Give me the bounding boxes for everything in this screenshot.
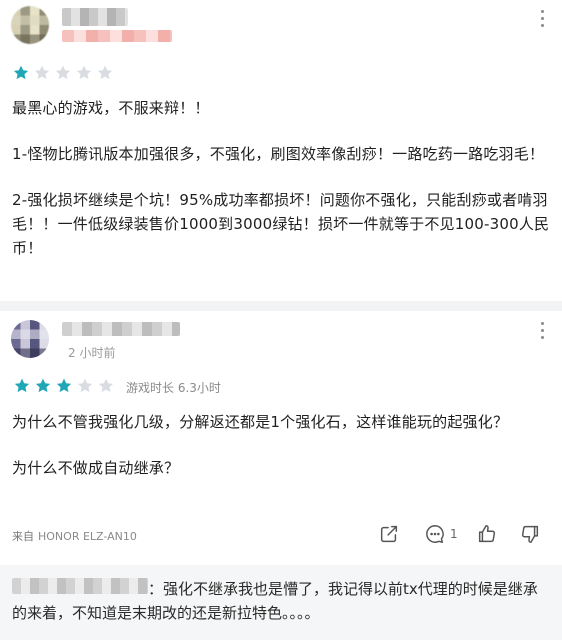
- playtime-label: 游戏时长 6.3小时: [126, 381, 221, 395]
- card-divider: [0, 301, 562, 311]
- username-blurred[interactable]: [62, 8, 128, 26]
- device-info: 来自 HONOR ELZ-AN10: [12, 528, 137, 544]
- star-empty-icon: [76, 377, 94, 395]
- review-paragraph: 最黑心的游戏，不服来辩！！: [12, 99, 210, 117]
- star-filled-icon: [13, 377, 31, 395]
- star-filled-icon: [34, 377, 52, 395]
- comment-count: 1: [450, 527, 458, 541]
- star-empty-icon: [75, 64, 93, 82]
- device-prefix: 来自: [12, 530, 34, 543]
- like-button[interactable]: [476, 523, 498, 545]
- avatar[interactable]: [11, 320, 49, 358]
- dislike-button[interactable]: [519, 523, 541, 545]
- rating-stars: [13, 377, 115, 395]
- username-blurred[interactable]: [62, 322, 180, 336]
- comment-button[interactable]: 1: [424, 523, 458, 545]
- share-icon: [380, 525, 398, 543]
- review-body: 最黑心的游戏，不服来辩！！ 1-怪物比腾讯版本加强很多，不强化，刷图效率像刮痧！…: [12, 96, 552, 260]
- comment-icon: [426, 525, 444, 543]
- review-body: 为什么不管我强化几级，分解返还都是1个强化石，这样谁能玩的起强化？ 为什么不做成…: [12, 410, 552, 480]
- share-button[interactable]: [378, 523, 400, 545]
- thumbs-up-icon: [478, 525, 496, 543]
- post-time: 2 小时前: [68, 346, 116, 360]
- avatar[interactable]: [11, 6, 49, 44]
- star-empty-icon: [96, 64, 114, 82]
- device-model: HONOR ELZ-AN10: [38, 530, 137, 543]
- star-empty-icon: [54, 64, 72, 82]
- star-filled-icon: [12, 64, 30, 82]
- more-vertical-icon[interactable]: [541, 10, 545, 30]
- review-page: 最黑心的游戏，不服来辩！！ 1-怪物比腾讯版本加强很多，不强化，刷图效率像刮痧！…: [0, 0, 562, 640]
- review-paragraph: 1-怪物比腾讯版本加强很多，不强化，刷图效率像刮痧！一路吃药一路吃羽毛！: [12, 145, 545, 163]
- reply-text: ：强化不继承我也是懵了，我记得以前tx代理的时候是继承的来着，不知道是末期改的还…: [12, 577, 552, 625]
- review-paragraph: 2-强化损坏继续是个坑！95%成功率都损坏！问题你不强化，只能刮痧或者啃羽毛！！…: [12, 191, 550, 257]
- star-filled-icon: [55, 377, 73, 395]
- review-paragraph: 为什么不做成自动继承？: [12, 459, 180, 477]
- rating-stars: [12, 64, 114, 82]
- star-empty-icon: [33, 64, 51, 82]
- star-empty-icon: [97, 377, 115, 395]
- reply-content: 强化不继承我也是懵了，我记得以前tx代理的时候是继承的来着，不知道是末期改的还是…: [12, 580, 538, 622]
- user-badge-blurred: [62, 30, 172, 42]
- thumbs-down-icon: [521, 525, 539, 543]
- review-paragraph: 为什么不管我强化几级，分解返还都是1个强化石，这样谁能玩的起强化？: [12, 413, 509, 431]
- reply-separator: ：: [148, 580, 164, 598]
- more-vertical-icon[interactable]: [541, 322, 545, 342]
